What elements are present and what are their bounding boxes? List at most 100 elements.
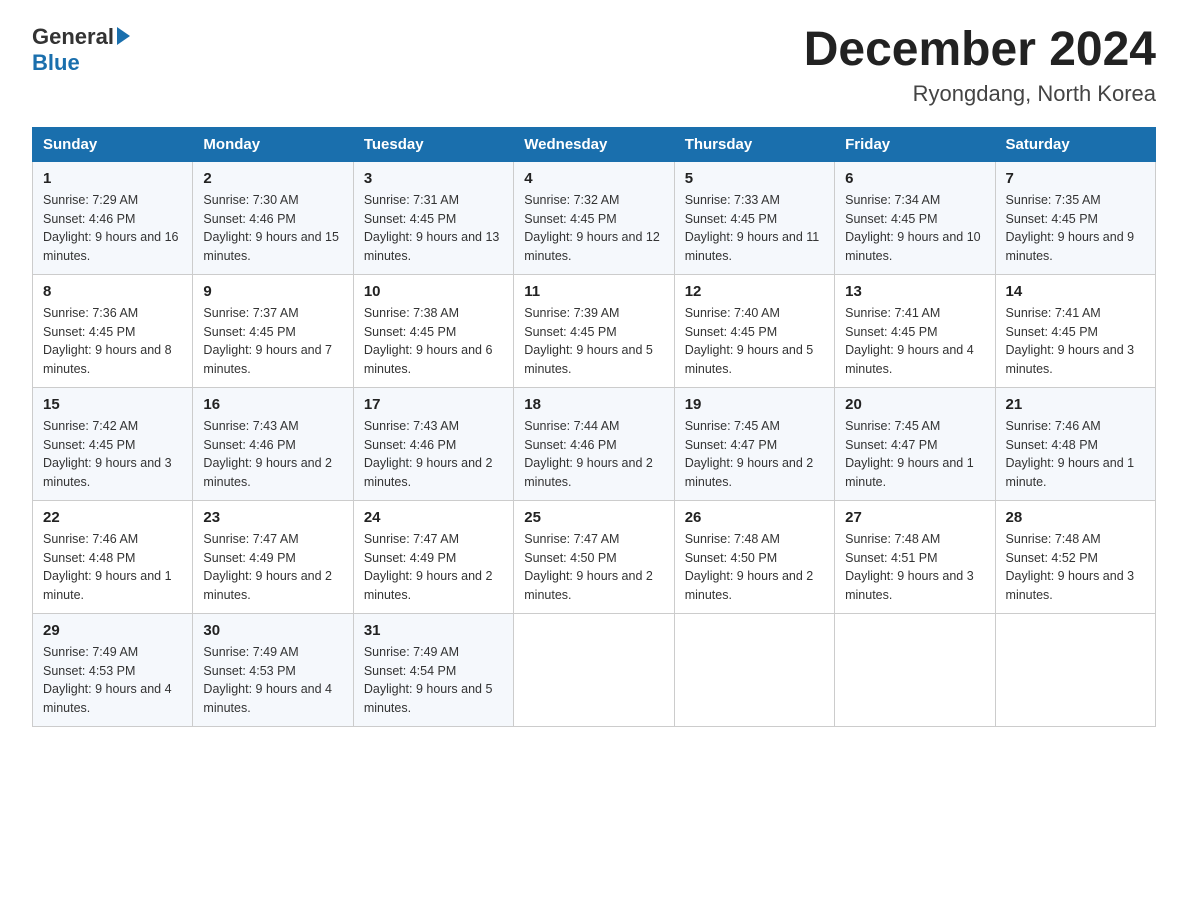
- day-number: 10: [364, 283, 503, 300]
- day-number: 24: [364, 509, 503, 526]
- day-number: 26: [685, 509, 824, 526]
- day-info: Sunrise: 7:48 AM Sunset: 4:50 PM Dayligh…: [685, 530, 824, 605]
- day-number: 25: [524, 509, 663, 526]
- day-number: 4: [524, 170, 663, 187]
- day-info: Sunrise: 7:49 AM Sunset: 4:53 PM Dayligh…: [43, 643, 182, 718]
- day-number: 5: [685, 170, 824, 187]
- calendar-cell: 8 Sunrise: 7:36 AM Sunset: 4:45 PM Dayli…: [33, 274, 193, 387]
- col-sunday: Sunday: [33, 127, 193, 161]
- day-info: Sunrise: 7:49 AM Sunset: 4:54 PM Dayligh…: [364, 643, 503, 718]
- day-number: 22: [43, 509, 182, 526]
- day-number: 14: [1006, 283, 1145, 300]
- day-number: 28: [1006, 509, 1145, 526]
- day-info: Sunrise: 7:41 AM Sunset: 4:45 PM Dayligh…: [1006, 304, 1145, 379]
- day-info: Sunrise: 7:37 AM Sunset: 4:45 PM Dayligh…: [203, 304, 342, 379]
- day-number: 29: [43, 622, 182, 639]
- day-number: 18: [524, 396, 663, 413]
- day-info: Sunrise: 7:42 AM Sunset: 4:45 PM Dayligh…: [43, 417, 182, 492]
- calendar-cell: [514, 613, 674, 726]
- day-number: 31: [364, 622, 503, 639]
- calendar-cell: 30 Sunrise: 7:49 AM Sunset: 4:53 PM Dayl…: [193, 613, 353, 726]
- calendar-cell: [995, 613, 1155, 726]
- day-info: Sunrise: 7:43 AM Sunset: 4:46 PM Dayligh…: [203, 417, 342, 492]
- day-info: Sunrise: 7:35 AM Sunset: 4:45 PM Dayligh…: [1006, 191, 1145, 266]
- calendar-week-row-2: 8 Sunrise: 7:36 AM Sunset: 4:45 PM Dayli…: [33, 274, 1156, 387]
- calendar-cell: [674, 613, 834, 726]
- day-number: 27: [845, 509, 984, 526]
- day-info: Sunrise: 7:29 AM Sunset: 4:46 PM Dayligh…: [43, 191, 182, 266]
- month-title: December 2024: [804, 24, 1156, 77]
- day-number: 23: [203, 509, 342, 526]
- day-info: Sunrise: 7:46 AM Sunset: 4:48 PM Dayligh…: [1006, 417, 1145, 492]
- col-wednesday: Wednesday: [514, 127, 674, 161]
- day-number: 16: [203, 396, 342, 413]
- title-block: December 2024 Ryongdang, North Korea: [804, 24, 1156, 107]
- day-info: Sunrise: 7:48 AM Sunset: 4:51 PM Dayligh…: [845, 530, 984, 605]
- calendar-week-row-5: 29 Sunrise: 7:49 AM Sunset: 4:53 PM Dayl…: [33, 613, 1156, 726]
- day-info: Sunrise: 7:45 AM Sunset: 4:47 PM Dayligh…: [685, 417, 824, 492]
- day-number: 12: [685, 283, 824, 300]
- col-monday: Monday: [193, 127, 353, 161]
- day-info: Sunrise: 7:47 AM Sunset: 4:49 PM Dayligh…: [364, 530, 503, 605]
- day-info: Sunrise: 7:31 AM Sunset: 4:45 PM Dayligh…: [364, 191, 503, 266]
- day-number: 6: [845, 170, 984, 187]
- calendar-cell: 6 Sunrise: 7:34 AM Sunset: 4:45 PM Dayli…: [835, 161, 995, 274]
- calendar-week-row-3: 15 Sunrise: 7:42 AM Sunset: 4:45 PM Dayl…: [33, 387, 1156, 500]
- day-info: Sunrise: 7:48 AM Sunset: 4:52 PM Dayligh…: [1006, 530, 1145, 605]
- day-info: Sunrise: 7:46 AM Sunset: 4:48 PM Dayligh…: [43, 530, 182, 605]
- day-number: 8: [43, 283, 182, 300]
- col-tuesday: Tuesday: [353, 127, 513, 161]
- day-number: 15: [43, 396, 182, 413]
- day-info: Sunrise: 7:39 AM Sunset: 4:45 PM Dayligh…: [524, 304, 663, 379]
- day-number: 7: [1006, 170, 1145, 187]
- day-number: 20: [845, 396, 984, 413]
- calendar-cell: 16 Sunrise: 7:43 AM Sunset: 4:46 PM Dayl…: [193, 387, 353, 500]
- calendar-cell: 19 Sunrise: 7:45 AM Sunset: 4:47 PM Dayl…: [674, 387, 834, 500]
- day-number: 11: [524, 283, 663, 300]
- day-number: 9: [203, 283, 342, 300]
- col-saturday: Saturday: [995, 127, 1155, 161]
- calendar-cell: 31 Sunrise: 7:49 AM Sunset: 4:54 PM Dayl…: [353, 613, 513, 726]
- day-info: Sunrise: 7:32 AM Sunset: 4:45 PM Dayligh…: [524, 191, 663, 266]
- calendar-cell: 27 Sunrise: 7:48 AM Sunset: 4:51 PM Dayl…: [835, 500, 995, 613]
- calendar-cell: 9 Sunrise: 7:37 AM Sunset: 4:45 PM Dayli…: [193, 274, 353, 387]
- day-info: Sunrise: 7:41 AM Sunset: 4:45 PM Dayligh…: [845, 304, 984, 379]
- calendar-cell: 7 Sunrise: 7:35 AM Sunset: 4:45 PM Dayli…: [995, 161, 1155, 274]
- calendar-cell: 21 Sunrise: 7:46 AM Sunset: 4:48 PM Dayl…: [995, 387, 1155, 500]
- calendar-cell: 23 Sunrise: 7:47 AM Sunset: 4:49 PM Dayl…: [193, 500, 353, 613]
- calendar-cell: 11 Sunrise: 7:39 AM Sunset: 4:45 PM Dayl…: [514, 274, 674, 387]
- location-subtitle: Ryongdang, North Korea: [804, 81, 1156, 107]
- calendar-cell: 26 Sunrise: 7:48 AM Sunset: 4:50 PM Dayl…: [674, 500, 834, 613]
- day-number: 3: [364, 170, 503, 187]
- day-number: 2: [203, 170, 342, 187]
- day-info: Sunrise: 7:34 AM Sunset: 4:45 PM Dayligh…: [845, 191, 984, 266]
- calendar-cell: 20 Sunrise: 7:45 AM Sunset: 4:47 PM Dayl…: [835, 387, 995, 500]
- col-friday: Friday: [835, 127, 995, 161]
- calendar-header-row: Sunday Monday Tuesday Wednesday Thursday…: [33, 127, 1156, 161]
- day-info: Sunrise: 7:47 AM Sunset: 4:49 PM Dayligh…: [203, 530, 342, 605]
- page-header: General Blue December 2024 Ryongdang, No…: [32, 24, 1156, 107]
- calendar-cell: 10 Sunrise: 7:38 AM Sunset: 4:45 PM Dayl…: [353, 274, 513, 387]
- calendar-table: Sunday Monday Tuesday Wednesday Thursday…: [32, 127, 1156, 727]
- logo-blue-text: Blue: [32, 50, 80, 75]
- calendar-cell: 13 Sunrise: 7:41 AM Sunset: 4:45 PM Dayl…: [835, 274, 995, 387]
- calendar-cell: 25 Sunrise: 7:47 AM Sunset: 4:50 PM Dayl…: [514, 500, 674, 613]
- calendar-cell: 29 Sunrise: 7:49 AM Sunset: 4:53 PM Dayl…: [33, 613, 193, 726]
- calendar-week-row-4: 22 Sunrise: 7:46 AM Sunset: 4:48 PM Dayl…: [33, 500, 1156, 613]
- day-number: 30: [203, 622, 342, 639]
- calendar-cell: 2 Sunrise: 7:30 AM Sunset: 4:46 PM Dayli…: [193, 161, 353, 274]
- calendar-cell: [835, 613, 995, 726]
- logo-general-text: General: [32, 24, 114, 49]
- day-info: Sunrise: 7:47 AM Sunset: 4:50 PM Dayligh…: [524, 530, 663, 605]
- day-number: 1: [43, 170, 182, 187]
- calendar-cell: 15 Sunrise: 7:42 AM Sunset: 4:45 PM Dayl…: [33, 387, 193, 500]
- day-number: 21: [1006, 396, 1145, 413]
- day-info: Sunrise: 7:38 AM Sunset: 4:45 PM Dayligh…: [364, 304, 503, 379]
- calendar-cell: 24 Sunrise: 7:47 AM Sunset: 4:49 PM Dayl…: [353, 500, 513, 613]
- calendar-cell: 14 Sunrise: 7:41 AM Sunset: 4:45 PM Dayl…: [995, 274, 1155, 387]
- day-number: 17: [364, 396, 503, 413]
- col-thursday: Thursday: [674, 127, 834, 161]
- calendar-cell: 28 Sunrise: 7:48 AM Sunset: 4:52 PM Dayl…: [995, 500, 1155, 613]
- day-info: Sunrise: 7:36 AM Sunset: 4:45 PM Dayligh…: [43, 304, 182, 379]
- day-info: Sunrise: 7:30 AM Sunset: 4:46 PM Dayligh…: [203, 191, 342, 266]
